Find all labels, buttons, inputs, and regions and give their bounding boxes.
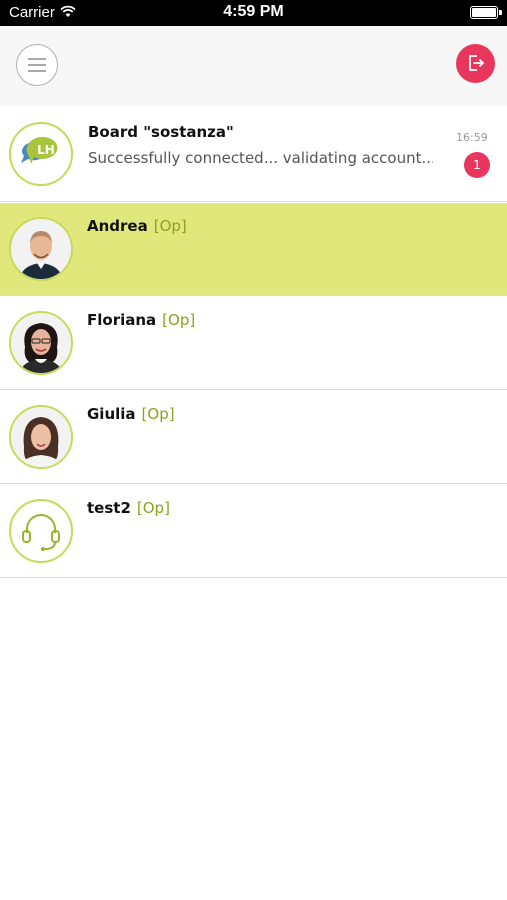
role-tag: [Op] <box>153 217 187 235</box>
avatar <box>9 499 73 563</box>
contact-row-giulia[interactable]: Giulia [Op] <box>0 391 507 484</box>
logout-icon <box>469 55 485 71</box>
role-tag: [Op] <box>141 405 175 423</box>
logout-button[interactable] <box>456 44 495 83</box>
contact-row-andrea[interactable]: Andrea [Op] <box>0 203 507 296</box>
board-avatar-text: LH <box>37 143 55 157</box>
hamburger-icon <box>28 58 46 60</box>
contact-name: test2 [Op] <box>87 499 170 517</box>
role-tag: [Op] <box>136 499 170 517</box>
unread-badge: 1 <box>464 152 490 178</box>
chat-bubbles-icon: LH <box>21 136 58 164</box>
contact-row-floriana[interactable]: Floriana [Op] <box>0 297 507 390</box>
contact-name: Andrea [Op] <box>87 217 187 235</box>
contact-name: Giulia [Op] <box>87 405 175 423</box>
nav-bar <box>0 26 507 106</box>
person-avatar-icon <box>11 407 71 467</box>
board-chat-row[interactable]: LH Board "sostanza" Successfully connect… <box>0 106 507 202</box>
status-bar: Carrier 4:59 PM <box>0 0 507 26</box>
avatar <box>9 405 73 469</box>
avatar <box>9 217 73 281</box>
avatar <box>9 311 73 375</box>
board-timestamp: 16:59 <box>456 131 488 144</box>
menu-button[interactable] <box>16 44 58 86</box>
board-avatar: LH <box>9 122 73 186</box>
person-avatar-icon <box>11 313 71 373</box>
board-last-message: Successfully connected... validating acc… <box>88 149 433 167</box>
headset-icon <box>22 514 60 551</box>
contact-row-test2[interactable]: test2 [Op] <box>0 485 507 578</box>
contact-name: Floriana [Op] <box>87 311 196 329</box>
board-title: Board "sostanza" <box>88 123 234 141</box>
person-avatar-icon <box>11 219 71 279</box>
battery-icon <box>470 6 502 19</box>
clock: 4:59 PM <box>223 3 284 20</box>
role-tag: [Op] <box>162 311 196 329</box>
